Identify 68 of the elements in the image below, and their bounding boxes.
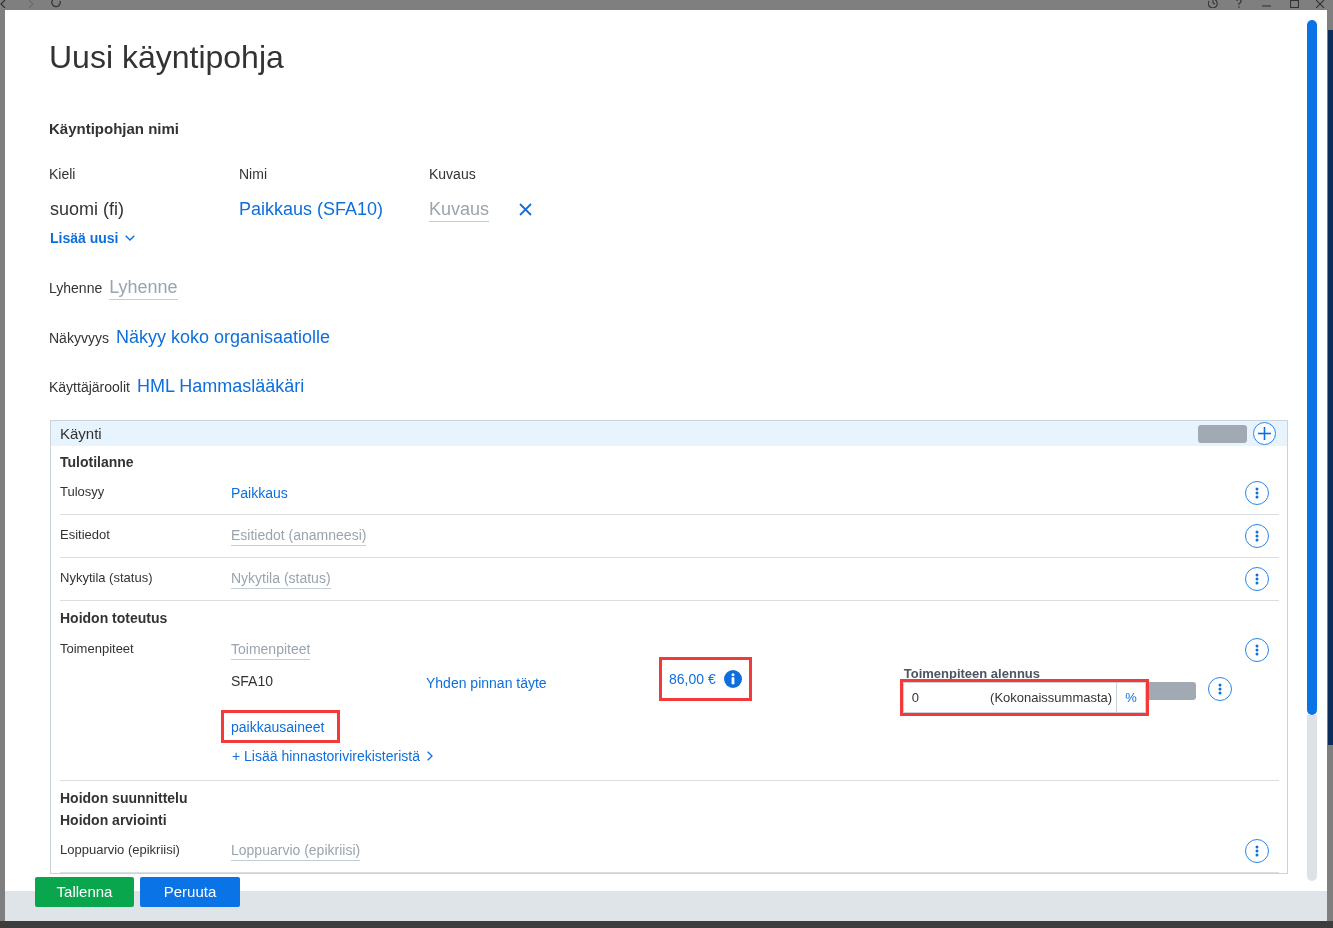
chevron-right-icon (426, 751, 433, 761)
input-field[interactable]: Lyhenne (109, 275, 178, 300)
section-heading: Käyntipohjan nimi (49, 119, 180, 139)
language-value: suomi (fi) (49, 198, 125, 221)
field-label: Lyhenne (49, 279, 103, 298)
input-field[interactable]: Kuvaus (429, 196, 490, 222)
field-label: Tulosyy (60, 483, 105, 499)
input-field[interactable]: Nykytila (status) (231, 569, 331, 589)
input-field[interactable]: Loppuarvio (epikriisi) (231, 841, 361, 861)
chevron-down-icon (125, 235, 136, 241)
value-link[interactable]: HML Hammaslääkäri (136, 373, 305, 399)
procedure-name-link[interactable]: Yhden pinnan täyte (426, 675, 547, 691)
back-icon[interactable] (0, 0, 6, 8)
scrollbar-thumb[interactable] (1307, 20, 1317, 715)
column-header: Kieli (49, 165, 77, 184)
panel-title: Käynti (60, 423, 102, 444)
cancel-button[interactable]: Peruuta (140, 877, 240, 907)
refresh-icon[interactable] (51, 0, 61, 8)
history-icon[interactable] (1208, 0, 1218, 8)
more-button[interactable] (1245, 638, 1269, 662)
empty-button[interactable] (1198, 424, 1247, 443)
column-header: Nimi (239, 165, 268, 184)
dialog-title: Uusi käyntipohja (49, 38, 285, 77)
input-field[interactable]: Toimenpiteet (231, 640, 311, 660)
materials-link[interactable]: paikkausaineet (231, 717, 325, 736)
close-icon (519, 202, 533, 216)
more-icon (1255, 845, 1259, 857)
more-button[interactable] (1245, 839, 1269, 863)
name-link[interactable]: Paikkaus (SFA10) (239, 199, 384, 219)
more-button[interactable] (1207, 677, 1232, 701)
more-button[interactable] (1245, 481, 1269, 505)
field-label: Näkyvyys (49, 329, 109, 348)
add-new-button[interactable]: Lisää uusi (50, 228, 136, 248)
section-heading: Hoidon suunnittelu (60, 789, 189, 808)
field-label: Käyttäjäroolit (49, 378, 130, 397)
discount-field[interactable]: 0 (Kokonaissummasta) % (902, 682, 1146, 713)
more-button[interactable] (1245, 567, 1269, 591)
info-icon[interactable] (723, 670, 742, 688)
more-icon (1217, 683, 1222, 695)
more-button[interactable] (1245, 524, 1269, 548)
maximize-icon[interactable] (1290, 0, 1299, 8)
more-icon (1255, 487, 1259, 499)
close-icon[interactable] (1316, 0, 1325, 8)
value-link[interactable]: Paikkaus (231, 482, 288, 504)
add-price-row-link[interactable]: + Lisää hinnastorivirekisteristä (232, 746, 433, 766)
input-field[interactable]: Esitiedot (anamneesi) (231, 526, 367, 546)
unit-toggle[interactable]: % (1116, 683, 1145, 712)
add-button[interactable] (1253, 422, 1276, 445)
procedure-code: SFA10 (231, 673, 274, 689)
remove-button[interactable] (519, 202, 533, 216)
more-icon (1255, 644, 1259, 656)
save-button[interactable]: Tallenna (35, 877, 134, 907)
field-label: Esitiedot (60, 526, 110, 542)
field-label: Toimenpiteet (60, 641, 134, 656)
section-heading: Hoidon arviointi (60, 811, 168, 830)
discount-basis: (Kokonaissummasta) (990, 688, 1114, 707)
help-icon[interactable] (1236, 0, 1242, 8)
field-label: Nykytila (status) (60, 569, 153, 585)
field-label: Loppuarvio (epikriisi) (60, 841, 180, 857)
column-header: Kuvaus (429, 165, 477, 184)
discount-label: Toimenpiteen alennus (903, 666, 1040, 681)
value-link[interactable]: Näkyy koko organisaatiolle (115, 324, 331, 350)
plus-icon (1258, 427, 1271, 440)
price-value: 86,00 € (669, 670, 716, 688)
more-icon (1255, 530, 1259, 542)
section-heading: Hoidon toteutus (60, 609, 169, 628)
section-heading: Tulotilanne (60, 453, 135, 472)
more-icon (1255, 573, 1259, 585)
